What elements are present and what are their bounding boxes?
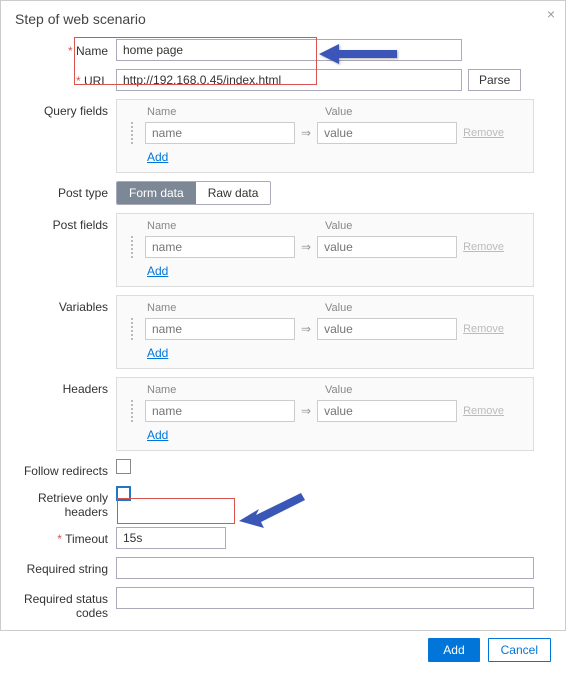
row-timeout: Timeout <box>1 527 551 549</box>
pair-value-input[interactable] <box>317 400 457 422</box>
pair-head-name: Name <box>147 384 297 396</box>
add-pair-link[interactable]: Add <box>125 346 168 360</box>
variables-panel: Name Value ⇒ Remove Add <box>116 295 534 369</box>
follow-redirects-checkbox[interactable] <box>116 459 131 474</box>
pair-head-value: Value <box>325 106 525 118</box>
pair-row: ⇒ Remove <box>125 236 525 258</box>
remove-link[interactable]: Remove <box>463 405 504 417</box>
row-query-fields: Query fields Name Value ⇒ Remove Add <box>1 99 551 173</box>
url-input[interactable] <box>116 69 462 91</box>
pair-value-input[interactable] <box>317 318 457 340</box>
dialog-footer: Add Cancel <box>1 628 565 674</box>
dialog-title: Step of web scenario <box>15 11 146 27</box>
pair-value-input[interactable] <box>317 236 457 258</box>
row-headers: Headers Name Value ⇒ Remove Add <box>1 377 551 451</box>
arrow-icon: ⇒ <box>301 404 311 418</box>
pair-row: ⇒ Remove <box>125 318 525 340</box>
row-required-status-codes: Required status codes <box>1 587 551 620</box>
row-required-string: Required string <box>1 557 551 579</box>
label-url: URL <box>1 69 116 88</box>
remove-link[interactable]: Remove <box>463 323 504 335</box>
parse-button[interactable]: Parse <box>468 69 521 91</box>
drag-handle-icon[interactable] <box>125 236 139 258</box>
pair-name-input[interactable] <box>145 236 295 258</box>
close-icon[interactable]: × <box>547 7 555 21</box>
query-fields-panel: Name Value ⇒ Remove Add <box>116 99 534 173</box>
pair-head-name: Name <box>147 302 297 314</box>
post-fields-panel: Name Value ⇒ Remove Add <box>116 213 534 287</box>
headers-panel: Name Value ⇒ Remove Add <box>116 377 534 451</box>
label-follow-redirects: Follow redirects <box>1 459 116 478</box>
arrow-icon: ⇒ <box>301 240 311 254</box>
label-post-type: Post type <box>1 181 116 200</box>
label-retrieve-only-headers: Retrieve only headers <box>1 486 116 519</box>
cancel-button[interactable]: Cancel <box>488 638 551 662</box>
post-type-toggle: Form data Raw data <box>116 181 271 205</box>
drag-handle-icon[interactable] <box>125 122 139 144</box>
remove-link[interactable]: Remove <box>463 241 504 253</box>
add-pair-link[interactable]: Add <box>125 428 168 442</box>
pair-head-name: Name <box>147 106 297 118</box>
pair-header: Name Value <box>125 220 525 236</box>
drag-handle-icon[interactable] <box>125 318 139 340</box>
arrow-icon: ⇒ <box>301 322 311 336</box>
dialog-body: Name URL Parse Query fields Name Value <box>1 35 565 628</box>
pair-head-value: Value <box>325 302 525 314</box>
pair-header: Name Value <box>125 302 525 318</box>
pair-row: ⇒ Remove <box>125 400 525 422</box>
label-post-fields: Post fields <box>1 213 116 232</box>
row-url: URL Parse <box>1 69 551 91</box>
label-variables: Variables <box>1 295 116 314</box>
add-pair-link[interactable]: Add <box>125 264 168 278</box>
retrieve-only-headers-checkbox[interactable] <box>116 486 131 501</box>
label-timeout: Timeout <box>1 527 116 546</box>
row-retrieve-only-headers: Retrieve only headers <box>1 486 551 519</box>
timeout-input[interactable] <box>116 527 226 549</box>
add-button[interactable]: Add <box>428 638 479 662</box>
row-follow-redirects: Follow redirects <box>1 459 551 478</box>
pair-name-input[interactable] <box>145 400 295 422</box>
remove-link[interactable]: Remove <box>463 127 504 139</box>
drag-handle-icon[interactable] <box>125 400 139 422</box>
pair-head-value: Value <box>325 220 525 232</box>
label-required-status-codes: Required status codes <box>1 587 116 620</box>
label-required-string: Required string <box>1 557 116 576</box>
dialog-header: Step of web scenario × <box>1 1 565 35</box>
pair-name-input[interactable] <box>145 318 295 340</box>
pair-name-input[interactable] <box>145 122 295 144</box>
row-variables: Variables Name Value ⇒ Remove Add <box>1 295 551 369</box>
row-post-fields: Post fields Name Value ⇒ Remove Add <box>1 213 551 287</box>
row-post-type: Post type Form data Raw data <box>1 181 551 205</box>
label-query-fields: Query fields <box>1 99 116 118</box>
pair-row: ⇒ Remove <box>125 122 525 144</box>
label-name: Name <box>1 39 116 58</box>
label-headers: Headers <box>1 377 116 396</box>
add-pair-link[interactable]: Add <box>125 150 168 164</box>
pair-value-input[interactable] <box>317 122 457 144</box>
pair-header: Name Value <box>125 384 525 400</box>
pair-head-value: Value <box>325 384 525 396</box>
pair-header: Name Value <box>125 106 525 122</box>
required-string-input[interactable] <box>116 557 534 579</box>
name-input[interactable] <box>116 39 462 61</box>
web-scenario-step-dialog: Step of web scenario × Name URL Parse Qu… <box>0 0 566 631</box>
arrow-icon: ⇒ <box>301 126 311 140</box>
required-status-codes-input[interactable] <box>116 587 534 609</box>
post-type-form-data[interactable]: Form data <box>117 182 196 204</box>
pair-head-name: Name <box>147 220 297 232</box>
row-name: Name <box>1 39 551 61</box>
post-type-raw-data[interactable]: Raw data <box>196 182 271 204</box>
